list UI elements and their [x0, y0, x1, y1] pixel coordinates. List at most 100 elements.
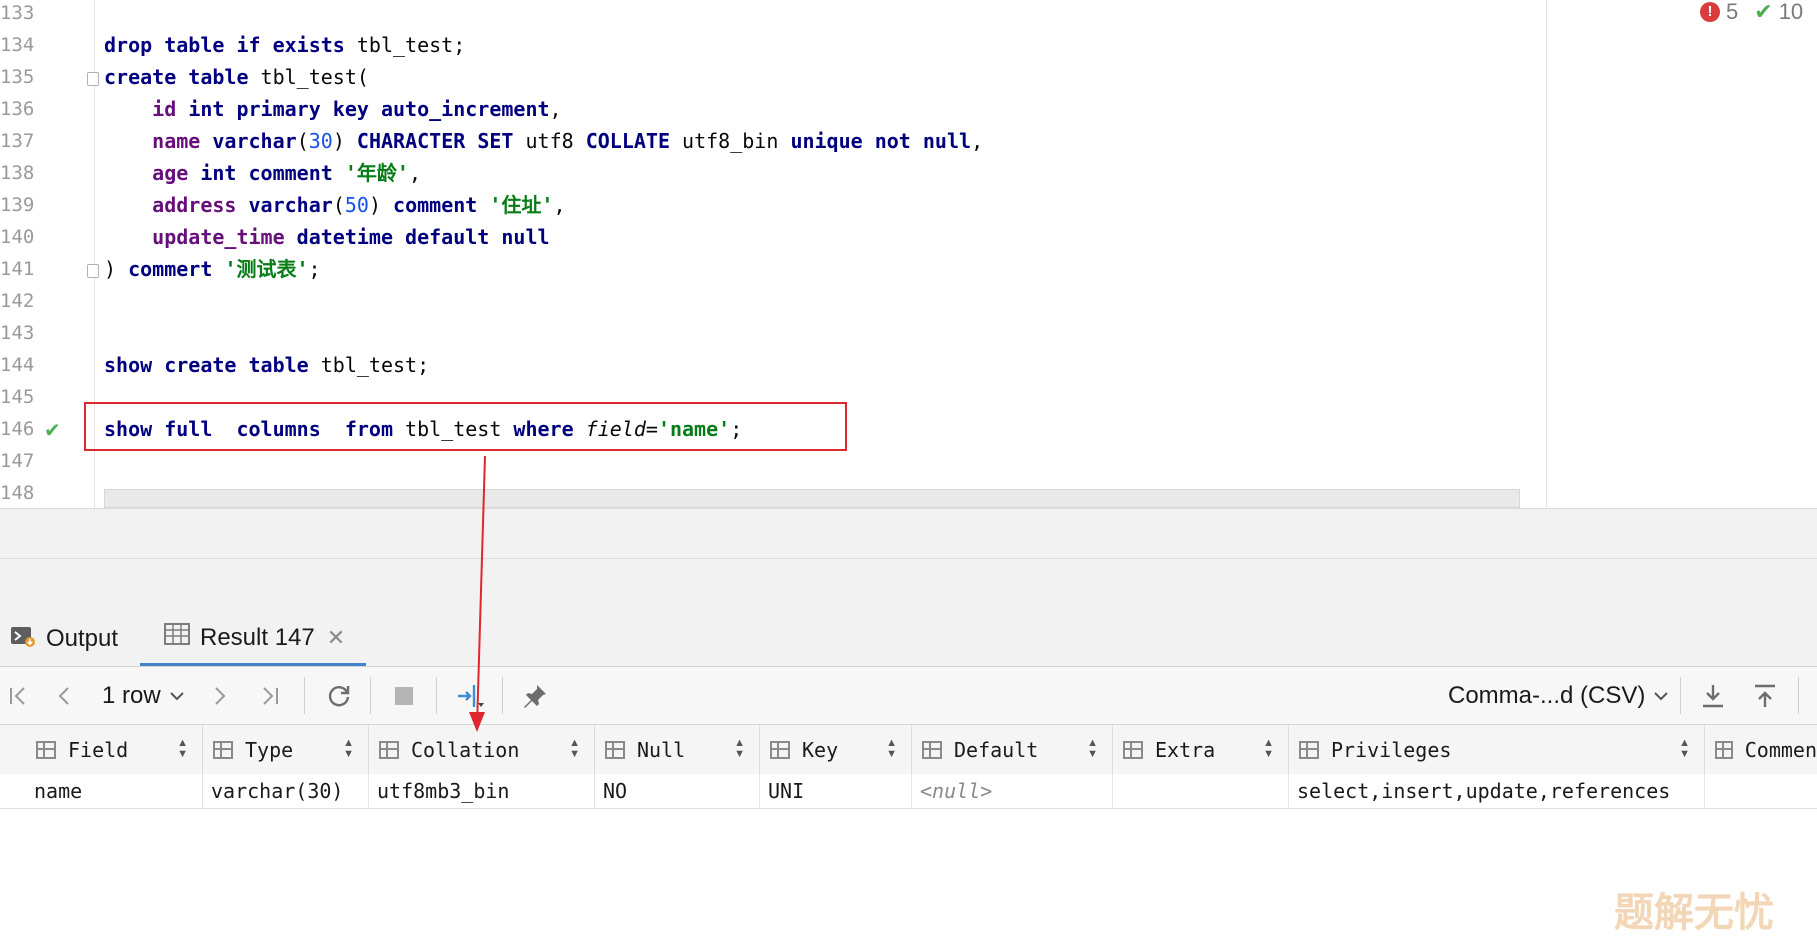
code-line-age-column[interactable]: age int comment '年龄', [104, 157, 421, 189]
line-number: 137 [0, 130, 35, 152]
code-line-show-create-table[interactable]: show create table tbl_test; [104, 349, 429, 381]
sql-text: ) [368, 193, 394, 217]
column-header-comment[interactable]: Commen [1705, 725, 1817, 774]
column-icon [1299, 740, 1319, 759]
cell-field[interactable]: name [26, 774, 203, 808]
cell-comment[interactable] [1705, 774, 1817, 808]
line-number: 147 [0, 450, 35, 472]
inspection-widget[interactable]: ! 5 ✔ 10 [1700, 0, 1803, 24]
line-number: 144 [0, 354, 35, 376]
sql-keyword: int primary key auto_increment [188, 97, 550, 121]
column-header-collation[interactable]: Collation ▲ ▼ [369, 725, 595, 774]
refresh-icon[interactable] [322, 667, 356, 724]
fold-marker-icon[interactable] [87, 264, 99, 278]
column-header-null[interactable]: Null ▲ ▼ [595, 725, 760, 774]
cell-collation[interactable]: utf8mb3_bin [369, 774, 595, 808]
sql-text: ) [332, 129, 357, 153]
column-name: address [152, 193, 237, 217]
column-name: update_time [152, 225, 285, 249]
line-number: 135 [0, 66, 35, 88]
fold-marker-icon[interactable] [87, 72, 99, 86]
cell-null[interactable]: NO [595, 774, 760, 808]
column-icon [770, 740, 790, 759]
horizontal-scrollbar[interactable] [104, 489, 1520, 508]
column-icon [1123, 740, 1143, 759]
cell-type[interactable]: varchar(30) [203, 774, 369, 808]
column-icon [36, 740, 56, 759]
sql-text: tbl_test; [308, 353, 430, 377]
tab-output[interactable]: Output [10, 612, 118, 666]
sql-string: '年龄' [344, 161, 409, 185]
line-number: 142 [0, 290, 35, 312]
error-icon: ! [1700, 2, 1720, 22]
close-tab-icon[interactable]: ✕ [327, 625, 345, 651]
upload-icon[interactable] [1748, 667, 1782, 724]
column-name: name [152, 129, 201, 153]
tab-result[interactable]: Result 147 ✕ [140, 612, 366, 666]
download-icon[interactable] [1696, 667, 1730, 724]
column-header-privileges[interactable]: Privileges ▲ ▼ [1289, 725, 1705, 774]
column-header-type[interactable]: Type ▲ ▼ [203, 725, 369, 774]
sql-string: '测试表' [224, 257, 309, 281]
code-line-table-comment[interactable]: ) commert '测试表'; [104, 253, 321, 285]
error-count: 5 [1726, 0, 1739, 24]
column-icon [605, 740, 625, 759]
sql-text: , [408, 161, 421, 185]
code-line-update-time-column[interactable]: update_time datetime default null [104, 221, 549, 253]
cell-key[interactable]: UNI [760, 774, 912, 808]
code-line-address-column[interactable]: address varchar(50) comment '住址', [104, 189, 565, 221]
sort-icon[interactable]: ▲ ▼ [886, 738, 897, 760]
line-number: 134 [0, 34, 35, 56]
export-format-selector[interactable]: Comma-...d (CSV) [1448, 667, 1669, 724]
column-icon [213, 740, 233, 759]
first-page-icon[interactable] [2, 667, 34, 724]
chevron-down-icon [1654, 691, 1669, 700]
row-count-selector[interactable]: 1 row [102, 667, 185, 724]
sql-keyword: varchar [248, 193, 333, 217]
cell-default[interactable]: <null> [912, 774, 1113, 808]
next-page-icon[interactable] [204, 667, 236, 724]
sort-icon[interactable]: ▲ ▼ [1263, 738, 1274, 760]
sql-text: tbl_test; [344, 33, 466, 57]
line-number: 146 [0, 418, 35, 440]
sql-number: 50 [344, 193, 369, 217]
sql-text: , [549, 97, 562, 121]
stop-icon[interactable] [388, 667, 420, 724]
execution-success-check-icon: ✔ [44, 420, 61, 442]
column-header-default[interactable]: Default ▲ ▼ [912, 725, 1113, 774]
console-output-icon [10, 624, 36, 655]
code-line-drop-table[interactable]: drop table if exists tbl_test; [104, 29, 465, 61]
sql-string: '住址' [489, 193, 554, 217]
cell-privileges[interactable]: select,insert,update,references [1289, 774, 1705, 808]
result-grid-header: Field ▲ ▼ Type ▲ ▼ Collation ▲ ▼ Null ▲ ▼ Key ▲ ▼ … [0, 725, 1817, 775]
last-page-icon[interactable] [254, 667, 286, 724]
sort-icon[interactable]: ▲ ▼ [569, 738, 580, 760]
column-header-extra[interactable]: Extra ▲ ▼ [1113, 725, 1289, 774]
code-line-id-column[interactable]: id int primary key auto_increment, [104, 93, 562, 125]
sort-icon[interactable]: ▲ ▼ [734, 738, 745, 760]
compare-transpose-icon[interactable] [452, 667, 488, 724]
code-line-name-column[interactable]: name varchar(30) CHARACTER SET utf8 COLL… [104, 125, 983, 157]
code-line-create-table[interactable]: create table tbl_test( [104, 61, 369, 93]
result-tab-bar: Output Result 147 ✕ [0, 612, 1817, 667]
line-number: 145 [0, 386, 35, 408]
cell-extra[interactable] [1113, 774, 1289, 808]
line-number: 140 [0, 226, 35, 248]
previous-page-icon[interactable] [48, 667, 80, 724]
sort-icon[interactable]: ▲ ▼ [1087, 738, 1098, 760]
sort-icon[interactable]: ▲ ▼ [177, 738, 188, 760]
sql-text: ( [332, 193, 345, 217]
sql-keyword: CHARACTER SET [356, 129, 514, 153]
pin-icon[interactable] [518, 667, 552, 724]
sql-keyword: int comment [200, 161, 333, 185]
sort-icon[interactable]: ▲ ▼ [343, 738, 354, 760]
sql-keyword: unique not null [790, 129, 972, 153]
column-header-key[interactable]: Key ▲ ▼ [760, 725, 912, 774]
sort-icon[interactable]: ▲ ▼ [1679, 738, 1690, 760]
line-number: 141 [0, 258, 35, 280]
sql-text: ) [104, 257, 129, 281]
column-header-field[interactable]: Field ▲ ▼ [26, 725, 203, 774]
services-band [0, 558, 1817, 613]
table-row[interactable]: name varchar(30) utf8mb3_bin NO UNI <nul… [0, 774, 1817, 809]
sql-editor[interactable]: 133 134 135 136 137 138 139 140 141 142 … [0, 0, 1817, 508]
